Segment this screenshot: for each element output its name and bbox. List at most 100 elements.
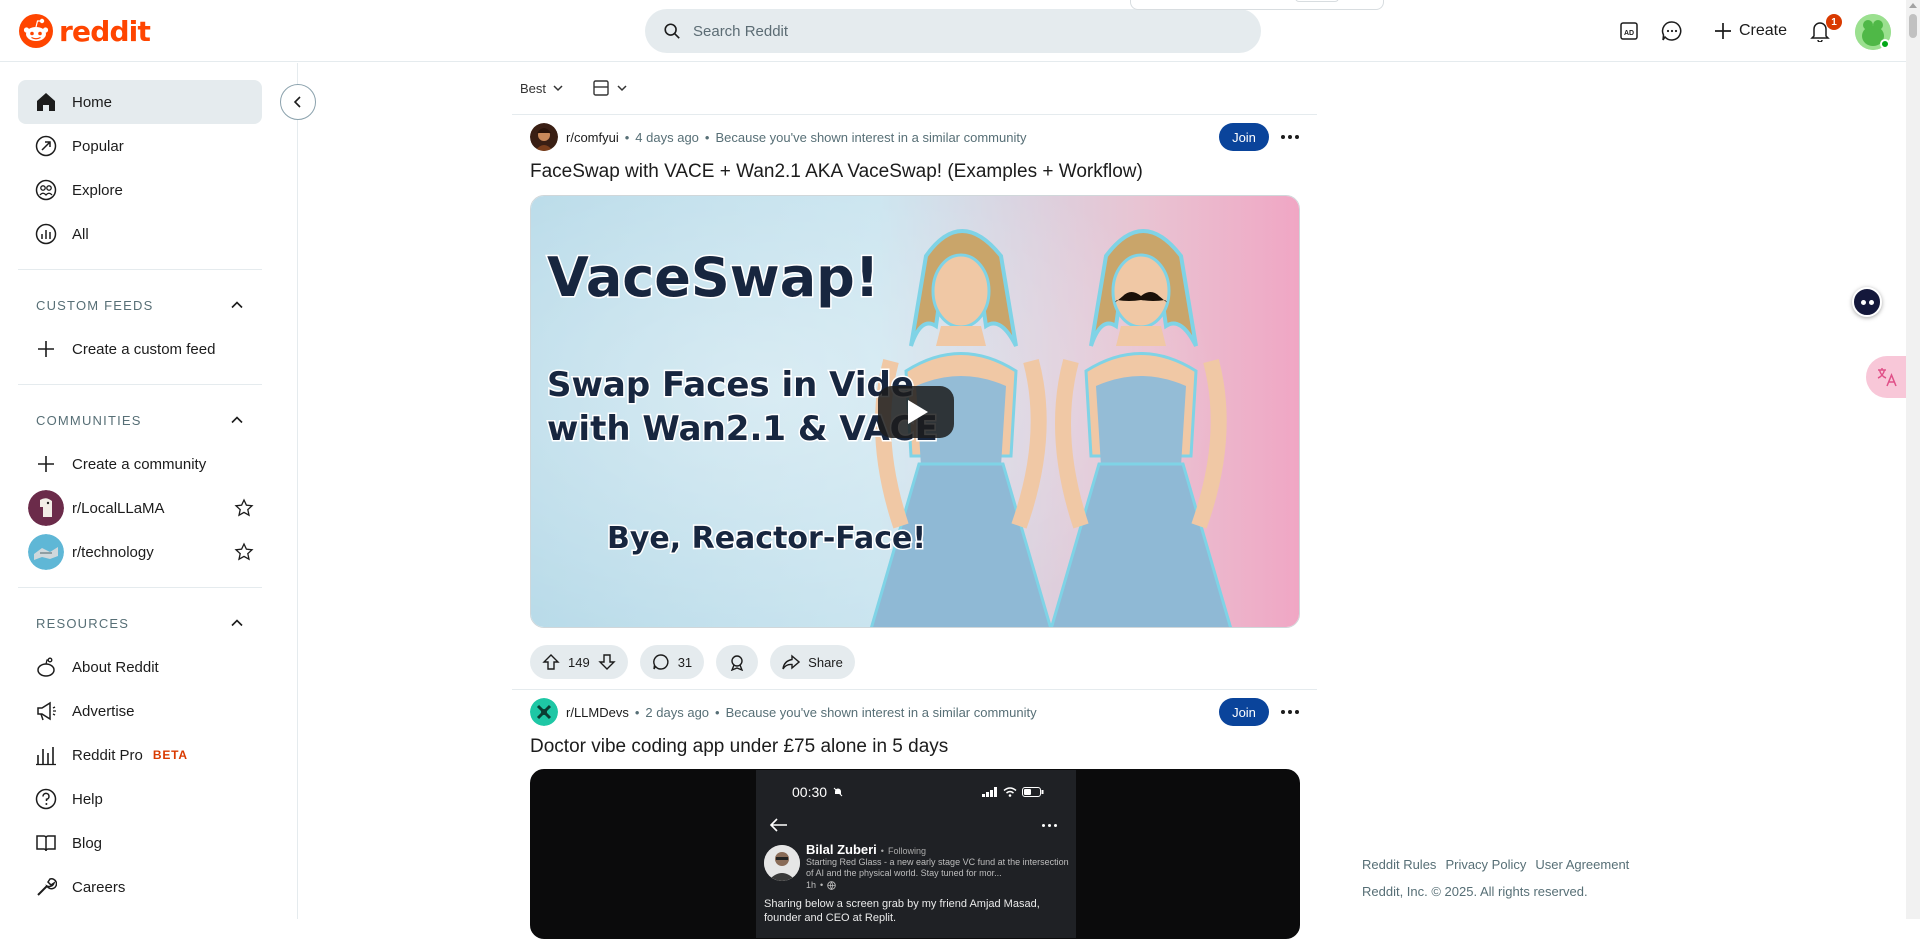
author-bio: Starting Red Glass - a new early stage V… [806,857,1069,878]
sort-dropdown[interactable]: Best [520,81,564,96]
plus-icon [1715,23,1731,39]
translate-icon [1877,368,1897,387]
resource-label: Advertise [72,702,135,720]
view-layout-dropdown[interactable] [592,79,628,97]
feed-sort-bar: Best [520,76,628,100]
vote-count: 149 [568,654,590,670]
nav-all[interactable]: All [18,212,262,256]
communities-header[interactable]: COMMUNITIES [18,400,262,440]
resource-advertise[interactable]: Advertise [18,689,262,733]
footer-link-rules[interactable]: Reddit Rules [1362,857,1436,872]
resource-label: Help [72,790,103,808]
page-scrollbar[interactable] [1906,0,1920,919]
thumbnail-headline: VaceSwap! [547,246,879,309]
vote-control: 149 [530,645,628,679]
downvote-icon[interactable] [598,653,616,671]
phone-status-icons [982,787,1044,797]
custom-feeds-header[interactable]: CUSTOM FEEDS [18,285,262,325]
upvote-icon[interactable] [542,653,560,671]
create-custom-feed[interactable]: Create a custom feed [18,327,262,371]
sidebar-divider [18,587,262,588]
separator-dot: • [624,129,630,145]
resource-about-reddit[interactable]: About Reddit [18,645,262,689]
resource-label: Careers [72,878,126,896]
footer-links: Reddit Rules Privacy Policy User Agreeme… [1362,857,1629,872]
community-item-localllama[interactable]: r/LocalLLaMA [18,486,262,530]
post-image[interactable]: 00:30 Bilal Zuberi • Following Starting … [530,769,1300,939]
resource-label: Reddit Pro [72,746,143,764]
about-reddit-icon [37,657,55,677]
silent-bell-icon [833,787,843,797]
thumbnail-line-1: Swap Faces in Vide [547,365,914,405]
create-custom-feed-label: Create a custom feed [72,340,216,358]
search-bar[interactable] [645,9,1261,53]
post-title[interactable]: FaceSwap with VACE + Wan2.1 AKA VaceSwap… [530,161,1300,183]
subreddit-name[interactable]: r/LLMDevs [566,705,629,720]
award-button[interactable] [716,645,759,679]
resource-blog[interactable]: Blog [18,821,262,865]
reddit-snoo-icon [19,14,53,48]
plus-icon [38,341,54,357]
nav-home[interactable]: Home [18,80,262,124]
nav-popular[interactable]: Popular [18,124,262,168]
phone-screenshot: 00:30 Bilal Zuberi • Following Starting … [756,770,1076,938]
subreddit-name[interactable]: r/comfyui [566,130,619,145]
chat-button[interactable] [1656,15,1688,47]
author-name: Bilal Zuberi [806,842,877,857]
comment-count: 31 [677,654,693,670]
nav-explore[interactable]: Explore [18,168,262,212]
author-line: Bilal Zuberi • Following [806,842,926,857]
collapse-sidebar-button[interactable] [280,84,316,120]
comfyui-avatar[interactable] [530,123,558,151]
assistant-bot-icon[interactable] [1852,287,1882,317]
community-name: r/technology [72,543,154,561]
help-icon [35,788,57,810]
post-title[interactable]: Doctor vibe coding app under £75 alone i… [530,736,1300,758]
create-community[interactable]: Create a community [18,442,262,486]
more-options-button[interactable] [1278,123,1302,151]
footer-link-agreement[interactable]: User Agreement [1535,857,1629,872]
post-action-bar: 149 31 Share [530,645,855,679]
share-button[interactable]: Share [770,645,855,679]
star-icon[interactable] [234,498,254,518]
section-title: RESOURCES [36,615,130,631]
resource-careers[interactable]: Careers [18,865,262,909]
create-community-label: Create a community [72,455,207,473]
award-icon [731,655,744,671]
resource-help[interactable]: Help [18,777,262,821]
search-icon [664,23,680,39]
create-label: Create [1739,22,1788,39]
feed-divider [512,114,1317,115]
subreddit-avatar-image [530,698,558,726]
footer-link-privacy[interactable]: Privacy Policy [1445,857,1526,872]
star-icon[interactable] [234,542,254,562]
more-options-button[interactable] [1278,698,1302,726]
sort-label: Best [520,80,547,96]
signal-icon [982,787,997,797]
scrollbar-thumb[interactable] [1909,14,1917,38]
resources-header[interactable]: RESOURCES [18,603,262,643]
separator-dot: • [715,704,720,720]
community-item-technology[interactable]: r/technology [18,530,262,574]
online-status-indicator [1880,39,1890,49]
nav-label: Popular [72,137,124,155]
reddit-pro-icon [36,747,56,766]
chevron-down-icon [553,85,563,92]
join-button[interactable]: Join [1219,698,1269,726]
explore-icon [35,179,57,201]
ad-icon: AD [1620,22,1638,40]
comment-icon [652,654,669,670]
chevron-up-icon [231,619,243,627]
llmdevs-avatar[interactable] [530,698,558,726]
join-button[interactable]: Join [1219,123,1269,151]
chevron-left-icon [293,96,301,108]
post-video-thumbnail[interactable]: VaceSwap! Swap Faces in Vide with Wan2.1… [530,195,1300,628]
resource-reddit-pro[interactable]: Reddit Pro BETA [18,733,262,777]
search-input[interactable] [693,22,1213,40]
scroll-up-arrow-icon[interactable] [1909,3,1917,8]
create-post-button[interactable]: Create [1703,13,1797,49]
advertise-button[interactable]: AD [1613,15,1645,47]
comments-button[interactable]: 31 [639,645,705,679]
reddit-logo[interactable]: reddit [18,13,151,49]
following-label: Following [887,846,926,856]
